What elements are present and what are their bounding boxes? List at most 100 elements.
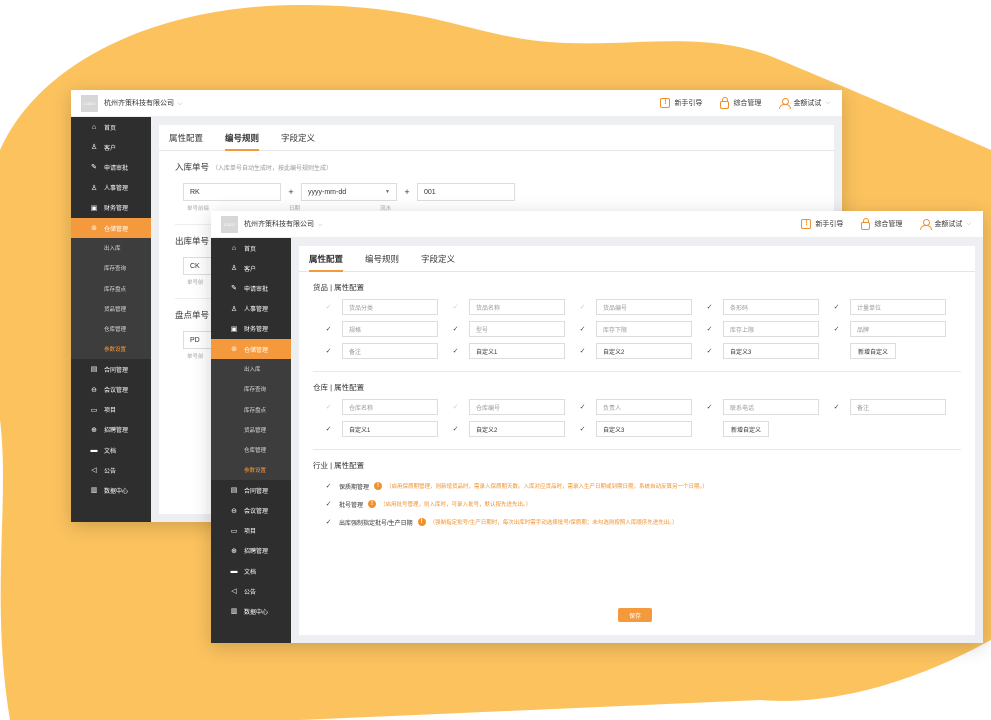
check-icon[interactable]: ✓ <box>705 403 714 411</box>
check-icon[interactable]: ✓ <box>324 518 333 526</box>
check-icon[interactable]: ✓ <box>324 347 333 355</box>
sidebar-item-warehouse[interactable]: ⊚ 仓储管理 <box>211 338 297 360</box>
field-input[interactable]: 规格 <box>342 321 438 337</box>
subitem-inout[interactable]: 出入库 <box>211 359 291 380</box>
subitem-settings[interactable]: 参数设置 <box>211 460 291 481</box>
tab-attributes[interactable]: 属性配置 <box>169 125 203 151</box>
field-input[interactable]: 仓库编号 <box>469 399 565 415</box>
sidebar-item-meeting[interactable]: ⊖ 会议管理 <box>71 379 151 399</box>
tab-attributes[interactable]: 属性配置 <box>309 246 344 272</box>
add-custom-button[interactable]: 新增自定义 <box>723 421 770 437</box>
sidebar-item-approval[interactable]: ✎ 申请审批 <box>211 278 291 298</box>
save-button[interactable]: 保存 <box>618 608 652 622</box>
check-icon[interactable]: ✓ <box>832 303 841 311</box>
sidebar-item-recruit[interactable]: ⊕ 招聘管理 <box>211 541 291 561</box>
company-selector[interactable]: 杭州齐策科技有限公司 ⌵ <box>244 219 323 229</box>
sidebar-item-finance[interactable]: ▣ 财务管理 <box>211 319 291 339</box>
sequence-input[interactable]: 001 <box>417 183 515 201</box>
check-icon[interactable]: ✓ <box>324 500 333 508</box>
field-input[interactable]: 库存下限 <box>596 321 692 337</box>
prefix-input[interactable]: RK <box>183 183 281 201</box>
check-icon[interactable]: ✓ <box>324 325 333 333</box>
subitem-goods[interactable]: 货品管理 <box>71 298 151 319</box>
subitem-settings[interactable]: 参数设置 <box>71 339 151 360</box>
date-format-select[interactable]: yyyy-mm-dd ▼ <box>301 183 397 201</box>
admin-button[interactable]: 综合管理 <box>720 96 761 109</box>
company-selector[interactable]: 杭州齐策科技有限公司 ⌵ <box>104 98 183 108</box>
check-icon[interactable]: ✓ <box>832 325 841 333</box>
check-icon[interactable]: ✓ <box>705 303 714 311</box>
field-input[interactable]: 备注 <box>850 399 946 415</box>
field-input[interactable]: 货品分类 <box>342 299 438 315</box>
sidebar-item-finance[interactable]: ▣ 财务管理 <box>71 198 151 218</box>
check-icon[interactable]: ✓ <box>451 325 460 333</box>
sidebar-item-customer[interactable]: ♙ 客户 <box>211 258 291 278</box>
sidebar-item-notice[interactable]: ◁ 公告 <box>211 581 291 601</box>
sidebar-item-home[interactable]: ⌂ 首页 <box>71 117 151 137</box>
admin-button[interactable]: 综合管理 <box>861 217 902 230</box>
field-input[interactable]: 自定义1 <box>469 343 565 359</box>
check-icon[interactable]: ✓ <box>578 403 587 411</box>
sidebar-item-hr[interactable]: ♙ 人事管理 <box>211 299 291 319</box>
sidebar-item-contract[interactable]: ▤ 合同管理 <box>71 359 151 379</box>
field-input[interactable]: 计量单位 <box>850 299 946 315</box>
sidebar-item-customer[interactable]: ♙ 客户 <box>71 137 151 157</box>
check-icon[interactable]: ✓ <box>578 347 587 355</box>
field-input[interactable]: 备注 <box>342 343 438 359</box>
check-icon[interactable]: ✓ <box>324 482 333 490</box>
sidebar-item-notice[interactable]: ◁ 公告 <box>71 460 151 480</box>
check-icon[interactable]: ✓ <box>832 403 841 411</box>
check-icon[interactable]: ✓ <box>451 425 460 433</box>
sidebar-item-approval[interactable]: ✎ 申请审批 <box>71 157 151 177</box>
sidebar-item-data[interactable]: ▥ 数据中心 <box>211 601 291 621</box>
tab-numbering[interactable]: 编号规则 <box>225 125 260 151</box>
tab-fields[interactable]: 字段定义 <box>281 125 315 151</box>
user-menu[interactable]: 金额试试 ⌵ <box>920 219 971 230</box>
sidebar-item-meeting[interactable]: ⊖ 会议管理 <box>211 500 291 520</box>
subitem-stock-query[interactable]: 库存查询 <box>71 258 151 279</box>
field-input[interactable]: 自定义3 <box>596 421 692 437</box>
sidebar-item-recruit[interactable]: ⊕ 招聘管理 <box>71 420 151 440</box>
field-input[interactable]: 型号 <box>469 321 565 337</box>
user-menu[interactable]: 金额试试 ⌵ <box>779 98 830 109</box>
check-icon[interactable]: ✓ <box>705 347 714 355</box>
field-input[interactable]: 负责人 <box>596 399 692 415</box>
subitem-stocktake[interactable]: 库存盘点 <box>71 278 151 299</box>
sidebar-item-hr[interactable]: ♙ 人事管理 <box>71 178 151 198</box>
subitem-stocktake[interactable]: 库存盘点 <box>211 399 291 420</box>
check-icon[interactable]: ✓ <box>578 325 587 333</box>
sidebar-item-contract[interactable]: ▤ 合同管理 <box>211 480 291 500</box>
check-icon[interactable]: ✓ <box>324 425 333 433</box>
subitem-warehouses[interactable]: 仓库管理 <box>211 439 291 461</box>
field-input[interactable]: 货品编号 <box>596 299 692 315</box>
industry-option[interactable]: ✓ 保质期管理! （启用保质期管理，则新增货品时，需录入保质期天数。入库对应货品时，… <box>324 477 961 495</box>
sidebar-item-data[interactable]: ▥ 数据中心 <box>71 480 151 500</box>
subitem-inout[interactable]: 出入库 <box>71 238 151 259</box>
field-input[interactable]: 自定义2 <box>596 343 692 359</box>
subitem-stock-query[interactable]: 库存查询 <box>211 379 291 400</box>
check-icon[interactable]: ✓ <box>705 325 714 333</box>
sidebar-item-project[interactable]: ▭ 项目 <box>71 400 151 420</box>
guide-button[interactable]: ! 新手引导 <box>660 98 702 108</box>
sidebar-item-project[interactable]: ▭ 项目 <box>211 521 291 541</box>
sidebar-item-warehouse[interactable]: ⊚ 仓储管理 <box>71 217 157 239</box>
field-input[interactable]: 联系电话 <box>723 399 819 415</box>
sidebar-item-home[interactable]: ⌂ 首页 <box>211 238 291 258</box>
field-input[interactable]: 自定义3 <box>723 343 819 359</box>
subitem-warehouses[interactable]: 仓库管理 <box>71 318 151 340</box>
field-input[interactable]: 品牌 <box>850 321 946 337</box>
check-icon[interactable]: ✓ <box>578 425 587 433</box>
sidebar-item-docs[interactable]: ▬ 文档 <box>211 561 291 581</box>
field-input[interactable]: 自定义2 <box>469 421 565 437</box>
field-input[interactable]: 库存上限 <box>723 321 819 337</box>
check-icon[interactable]: ✓ <box>451 347 460 355</box>
field-input[interactable]: 自定义1 <box>342 421 438 437</box>
field-input[interactable]: 货品名称 <box>469 299 565 315</box>
sidebar-item-docs[interactable]: ▬ 文档 <box>71 440 151 460</box>
subitem-goods[interactable]: 货品管理 <box>211 419 291 440</box>
industry-option[interactable]: ✓ 批号管理! （启用批号管理，则入库时，可录入批号，默认按先进先出。） <box>324 495 961 513</box>
field-input[interactable]: 仓库名称 <box>342 399 438 415</box>
guide-button[interactable]: ! 新手引导 <box>801 219 843 229</box>
tab-fields[interactable]: 字段定义 <box>421 246 455 272</box>
field-input[interactable]: 条形码 <box>723 299 819 315</box>
